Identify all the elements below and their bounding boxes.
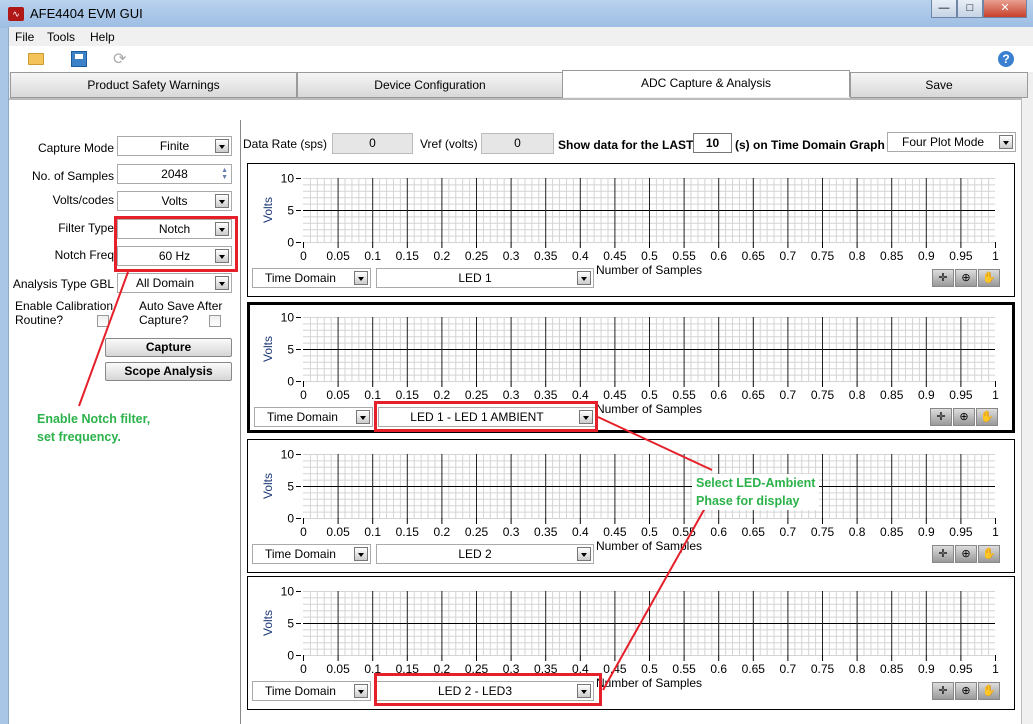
annotation-notch-text: Enable Notch filter, set frequency.: [37, 410, 150, 446]
annotation-led-line1: Select LED-Ambient: [696, 476, 816, 490]
annotation-lines: [78, 271, 713, 691]
annotation-notch-line2: set frequency.: [37, 430, 121, 444]
annotation-notch-line1: Enable Notch filter,: [37, 412, 151, 426]
annotation-arrow-notch: [78, 271, 129, 407]
annotation-arrow-led2: [602, 507, 706, 691]
annotation-led-line2: Phase for display: [696, 494, 800, 508]
annotation-led-text: Select LED-Ambient Phase for display: [692, 474, 820, 510]
annotation-arrow-led1: [597, 416, 713, 471]
